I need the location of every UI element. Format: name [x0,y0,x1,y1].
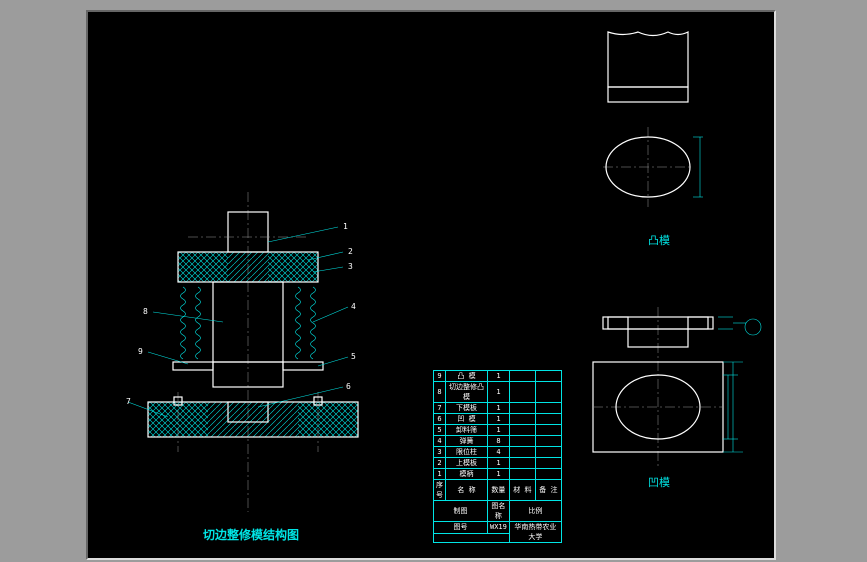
parts-list-table: 9凸 模18切边整修凸模17下模板16凹 模15卸料筛14弹簧83限位柱42上模… [433,370,562,543]
parts-cell-num: 6 [434,414,446,425]
parts-cell-note [535,447,561,458]
hdr-num: 序号 [434,480,446,501]
parts-cell-note [535,371,561,382]
parts-cell-mat [509,425,535,436]
parts-cell-name: 凹 模 [446,414,488,425]
convex-label: 凸模 [648,232,670,248]
parts-cell-note [535,382,561,403]
tb-drawn: 制图 [434,501,488,522]
parts-cell-num: 2 [434,458,446,469]
parts-cell-qty: 4 [488,447,510,458]
parts-cell-num: 7 [434,403,446,414]
parts-cell-note [535,458,561,469]
parts-cell-mat [509,458,535,469]
parts-cell-name: 限位柱 [446,447,488,458]
hdr-name: 名 称 [446,480,488,501]
tb-no-val: WX19 [488,522,510,534]
parts-cell-name: 模柄 [446,469,488,480]
main-assembly-view [108,192,388,512]
parts-cell-num: 3 [434,447,446,458]
parts-cell-qty: 1 [488,425,510,436]
leader-8: 8 [143,307,148,316]
leader-7: 7 [126,397,131,406]
tb-check [434,533,510,542]
main-title: 切边整修模结构图 [203,526,299,543]
leader-9: 9 [138,347,143,356]
leader-5: 5 [351,352,356,361]
hdr-note: 备 注 [535,480,561,501]
convex-die-detail [578,27,748,227]
parts-cell-note [535,469,561,480]
parts-cell-mat [509,403,535,414]
parts-cell-qty: 1 [488,414,510,425]
concave-die-detail [563,307,773,467]
parts-cell-qty: 1 [488,371,510,382]
leader-6: 6 [346,382,351,391]
leader-1: 1 [343,222,348,231]
parts-cell-mat [509,436,535,447]
parts-cell-name: 弹簧 [446,436,488,447]
parts-cell-name: 卸料筛 [446,425,488,436]
leader-3: 3 [348,262,353,271]
tb-no: 图号 [434,522,488,534]
parts-cell-name: 上模板 [446,458,488,469]
parts-cell-qty: 1 [488,458,510,469]
parts-cell-num: 1 [434,469,446,480]
parts-cell-qty: 8 [488,436,510,447]
hdr-qty: 数量 [488,480,510,501]
concave-label: 凹模 [648,474,670,490]
hdr-mat: 材 料 [509,480,535,501]
parts-cell-num: 5 [434,425,446,436]
parts-cell-mat [509,382,535,403]
parts-cell-note [535,403,561,414]
parts-cell-mat [509,469,535,480]
parts-cell-qty: 1 [488,403,510,414]
parts-cell-num: 4 [434,436,446,447]
parts-cell-mat [509,371,535,382]
parts-cell-name: 凸 模 [446,371,488,382]
parts-cell-num: 9 [434,371,446,382]
parts-cell-mat [509,414,535,425]
parts-cell-mat [509,447,535,458]
leader-4: 4 [351,302,356,311]
cad-canvas: 1 2 3 4 5 6 7 8 9 [86,10,776,560]
tb-scale: 比例 [509,501,561,522]
parts-cell-qty: 1 [488,382,510,403]
tb-proj: 图名称 [488,501,510,522]
parts-cell-qty: 1 [488,469,510,480]
parts-cell-note [535,436,561,447]
parts-cell-name: 下模板 [446,403,488,414]
parts-cell-note [535,425,561,436]
parts-cell-note [535,414,561,425]
tb-school: 华南热带农业大学 [509,522,561,543]
leader-2: 2 [348,247,353,256]
parts-cell-num: 8 [434,382,446,403]
parts-cell-name: 切边整修凸模 [446,382,488,403]
